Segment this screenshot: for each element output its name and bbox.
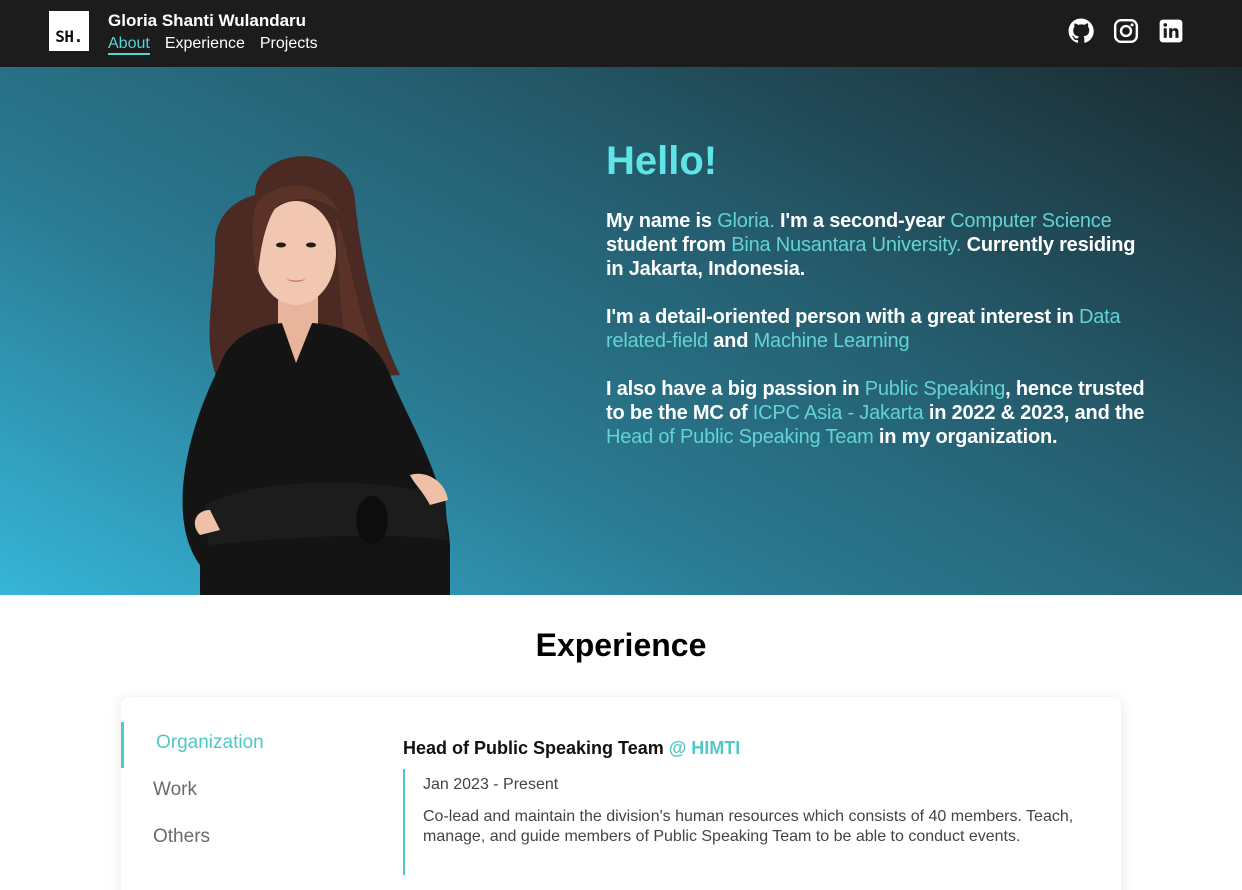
experience-role: Head of Public Speaking Team @ HIMTI — [403, 738, 740, 759]
instagram-icon[interactable] — [1113, 18, 1139, 44]
text: and — [707, 330, 754, 352]
hero-paragraph-passion: I also have a big passion in Public Spea… — [606, 377, 1151, 449]
highlight-ml: Machine Learning — [753, 330, 910, 352]
experience-date: Jan 2023 - Present — [423, 776, 559, 793]
nav-link-about[interactable]: About — [108, 35, 150, 55]
hero-paragraph-intro: My name is Gloria. I'm a second-year Com… — [606, 209, 1151, 281]
experience-title: Experience — [535, 627, 707, 663]
tab-work[interactable]: Work — [153, 779, 197, 801]
highlight-role: Head of Public Speaking Team — [606, 426, 874, 448]
brand-name[interactable]: Gloria Shanti Wulandaru — [108, 11, 306, 31]
text: student from — [606, 234, 732, 256]
portrait-photo — [182, 156, 450, 595]
tab-others[interactable]: Others — [153, 826, 210, 848]
logo[interactable]: SH. — [49, 11, 89, 51]
text: in my organization. — [873, 426, 1058, 448]
hero-section: Hello! My name is Gloria. I'm a second-y… — [0, 67, 1242, 595]
experience-detail: Jan 2023 - Present Co-lead and maintain … — [403, 769, 1093, 875]
role-title: Head of Public Speaking Team — [403, 738, 664, 758]
highlight-major: Computer Science — [950, 210, 1112, 232]
role-organization: @ HIMTI — [668, 738, 741, 758]
hero-text: Hello! My name is Gloria. I'm a second-y… — [606, 141, 1151, 473]
hero-paragraph-interests: I'm a detail-oriented person with a grea… — [606, 305, 1151, 353]
experience-card: Organization Work Others Head of Public … — [121, 697, 1121, 890]
tab-organization[interactable]: Organization — [156, 732, 264, 754]
social-links — [1068, 18, 1184, 44]
text: in 2022 & 2023, and the — [923, 402, 1145, 424]
highlight-public-speaking: Public Speaking — [864, 378, 1006, 400]
nav-link-projects[interactable]: Projects — [260, 35, 318, 55]
text: I also have a big passion in — [606, 378, 865, 400]
text: My name is — [606, 210, 718, 232]
nav-links: About Experience Projects — [108, 35, 318, 55]
experience-description: Co-lead and maintain the division's huma… — [423, 808, 1074, 845]
nav-link-experience[interactable]: Experience — [165, 35, 245, 55]
github-icon[interactable] — [1068, 18, 1094, 44]
linkedin-icon[interactable] — [1158, 18, 1184, 44]
logo-text: SH. — [55, 27, 83, 46]
text: I'm a second-year — [774, 210, 951, 232]
hero-greeting: Hello! — [606, 139, 718, 183]
text: I'm a detail-oriented person with a grea… — [606, 306, 1079, 328]
navbar: SH. Gloria Shanti Wulandaru About Experi… — [0, 0, 1242, 67]
highlight-name: Gloria. — [717, 210, 775, 232]
active-tab-indicator — [121, 722, 124, 768]
highlight-icpc: ICPC Asia - Jakarta — [752, 402, 924, 424]
highlight-university: Bina Nusantara University. — [731, 234, 962, 256]
